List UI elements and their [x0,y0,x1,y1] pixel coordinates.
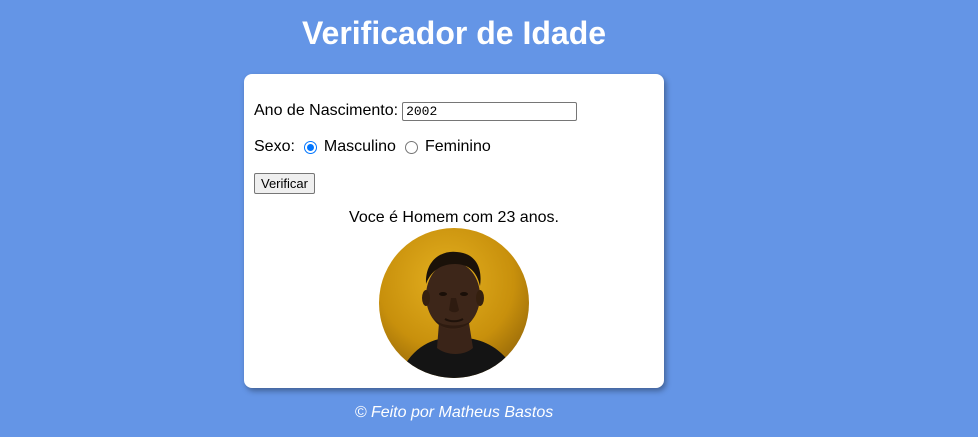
verifier-card: Ano de Nascimento: Sexo: Masculino Femin… [244,74,664,388]
radio-feminino[interactable] [404,140,418,154]
sex-label: Sexo: [254,138,295,155]
sex-row: Sexo: Masculino Feminino [254,136,500,158]
man-portrait-icon [379,228,529,378]
birth-year-label: Ano de Nascimento: [254,102,399,119]
radio-feminino-label[interactable]: Feminino [425,138,491,156]
page-title: Verificador de Idade [301,15,607,51]
birth-year-row: Ano de Nascimento: [254,100,578,122]
radio-masculino-label[interactable]: Masculino [324,138,396,156]
avatar [379,228,529,378]
result-text: Voce é Homem com 23 anos. [349,209,559,226]
birth-year-input[interactable] [402,101,578,121]
verify-button[interactable]: Verificar [254,173,315,194]
footer-credit: © Feito por Matheus Bastos [354,404,554,421]
radio-masculino[interactable] [303,140,317,154]
